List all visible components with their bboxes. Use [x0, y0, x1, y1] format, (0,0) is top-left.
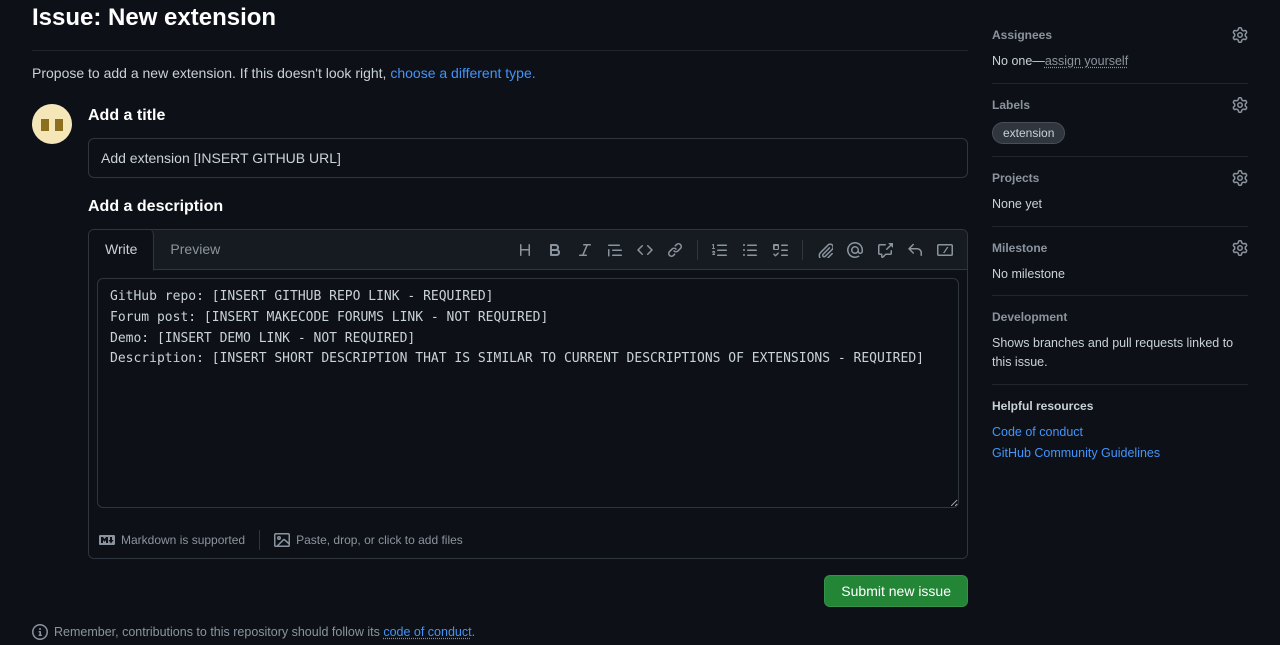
cross-reference-icon[interactable] — [871, 236, 899, 264]
ordered-list-icon[interactable] — [706, 236, 734, 264]
gear-icon[interactable] — [1232, 240, 1248, 256]
description-label: Add a description — [88, 195, 968, 219]
gear-icon[interactable] — [1232, 27, 1248, 43]
link-icon[interactable] — [661, 236, 689, 264]
milestone-title: Milestone — [992, 239, 1047, 257]
heading-icon[interactable] — [511, 236, 539, 264]
title-divider — [32, 50, 968, 51]
milestone-text: No milestone — [992, 265, 1248, 284]
choose-different-type-link[interactable]: choose a different type. — [390, 65, 535, 81]
label-chip-extension[interactable]: extension — [992, 122, 1065, 144]
gear-icon[interactable] — [1232, 97, 1248, 113]
markdown-icon — [99, 532, 115, 548]
page-subdesc: Propose to add a new extension. If this … — [32, 63, 968, 84]
submit-new-issue-button[interactable]: Submit new issue — [824, 575, 968, 607]
labels-title: Labels — [992, 96, 1030, 114]
slash-command-icon[interactable] — [931, 236, 959, 264]
attach-files-link[interactable]: Paste, drop, or click to add files — [274, 531, 463, 549]
resource-link-community-guidelines[interactable]: GitHub Community Guidelines — [992, 444, 1248, 463]
italic-icon[interactable] — [571, 236, 599, 264]
assignees-content: No one—assign yourself — [992, 52, 1248, 71]
subdesc-text: Propose to add a new extension. If this … — [32, 65, 390, 81]
toolbar-divider — [697, 240, 698, 260]
assignees-title: Assignees — [992, 26, 1052, 44]
info-icon — [32, 624, 48, 640]
page-title: Issue: New extension — [32, 0, 968, 44]
avatar[interactable] — [32, 104, 72, 144]
resources-title: Helpful resources — [992, 397, 1093, 415]
editor-tabs: Write Preview — [89, 230, 967, 270]
issue-description-textarea[interactable] — [97, 278, 959, 508]
image-icon — [274, 532, 290, 548]
attach-files-text: Paste, drop, or click to add files — [296, 531, 463, 549]
projects-title: Projects — [992, 169, 1039, 187]
code-icon[interactable] — [631, 236, 659, 264]
tab-preview[interactable]: Preview — [154, 229, 236, 270]
mention-icon[interactable] — [841, 236, 869, 264]
code-of-conduct-link[interactable]: code of conduct — [383, 625, 471, 639]
bold-icon[interactable] — [541, 236, 569, 264]
unordered-list-icon[interactable] — [736, 236, 764, 264]
development-text: Shows branches and pull requests linked … — [992, 334, 1248, 372]
quote-icon[interactable] — [601, 236, 629, 264]
task-list-icon[interactable] — [766, 236, 794, 264]
projects-text: None yet — [992, 195, 1248, 214]
editor-toolbar — [236, 236, 967, 264]
description-editor: Write Preview — [88, 229, 968, 559]
remember-text: Remember, contributions to this reposito… — [54, 625, 383, 639]
markdown-supported-link[interactable]: Markdown is supported — [99, 531, 245, 549]
attach-icon[interactable] — [811, 236, 839, 264]
tab-write[interactable]: Write — [89, 229, 154, 271]
assignees-none-text: No one— — [992, 54, 1045, 68]
toolbar-divider — [802, 240, 803, 260]
resource-link-code-of-conduct[interactable]: Code of conduct — [992, 423, 1248, 442]
contribution-reminder: Remember, contributions to this reposito… — [32, 623, 968, 642]
issue-title-input[interactable] — [88, 138, 968, 178]
assign-yourself-link[interactable]: assign yourself — [1045, 54, 1128, 68]
footer-divider — [259, 530, 260, 550]
period: . — [472, 625, 475, 639]
markdown-supported-text: Markdown is supported — [121, 531, 245, 549]
development-title: Development — [992, 308, 1067, 326]
reply-icon[interactable] — [901, 236, 929, 264]
gear-icon[interactable] — [1232, 170, 1248, 186]
title-label: Add a title — [88, 104, 968, 128]
